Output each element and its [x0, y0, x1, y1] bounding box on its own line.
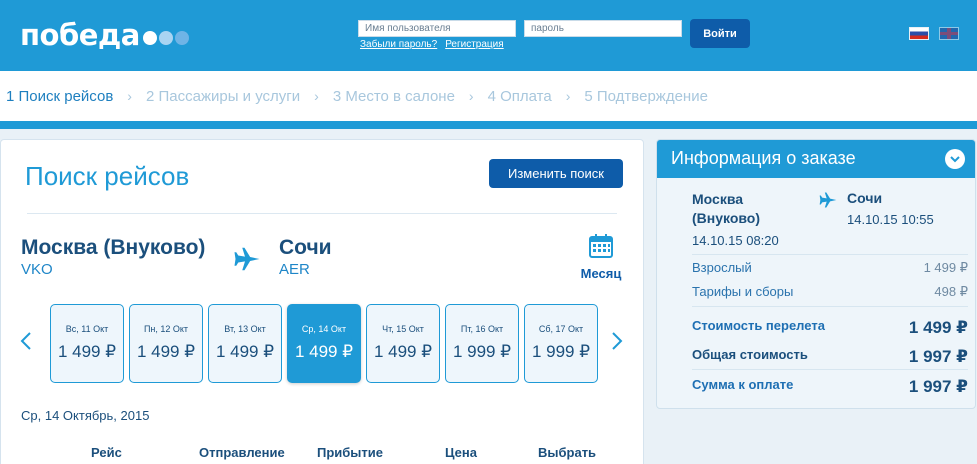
date-price: 1 499 ₽: [294, 342, 354, 361]
register-link[interactable]: Регистрация: [445, 39, 503, 50]
date-card-14-selected[interactable]: Ср, 14 Окт 1 499 ₽: [287, 304, 361, 383]
total-cost-label: Общая стоимость: [692, 347, 808, 362]
step-separator: ›: [468, 88, 474, 104]
adult-value: 1 499 ₽: [923, 260, 968, 275]
date-price: 1 999 ₽: [531, 342, 591, 361]
top-header: победа Имя пользователя пароль Забыли па…: [0, 0, 977, 71]
order-departure-time: 14.10.15 08:20: [692, 233, 779, 248]
logo-dots-icon: [142, 31, 191, 45]
selected-date: Ср, 14 Октябрь, 2015: [21, 408, 150, 423]
divider: [27, 213, 617, 214]
date-label: Ср, 14 Окт: [301, 324, 347, 334]
order-destination: Сочи: [847, 190, 883, 206]
airplane-icon: [819, 192, 837, 208]
flight-search-panel: Поиск рейсов Изменить поиск Москва (Внук…: [0, 139, 644, 464]
step-search[interactable]: 1 Поиск рейсов: [6, 88, 113, 105]
step-passengers: 2 Пассажиры и услуги: [145, 87, 301, 105]
step-separator: ›: [127, 88, 132, 104]
order-info-panel: Информация о заказе Москва (Внуково) Соч…: [656, 139, 976, 409]
chevron-right-icon[interactable]: [610, 331, 624, 351]
origin-city: Москва (Внуково): [21, 236, 206, 259]
amount-due-value: 1 997 ₽: [908, 377, 968, 396]
destination-city: Сочи: [279, 236, 332, 259]
divider: [692, 369, 968, 370]
adult-label: Взрослый: [692, 260, 752, 275]
fees-row: Тарифы и сборы 498 ₽: [692, 284, 968, 300]
date-label: Пт, 16 Окт: [460, 324, 504, 334]
calendar-icon: [589, 234, 613, 258]
column-price: Цена: [445, 445, 477, 460]
order-origin: Москва (Внуково): [692, 190, 760, 228]
chevron-down-icon[interactable]: [945, 149, 965, 169]
step-payment: 4 Оплата: [487, 87, 552, 105]
fees-value: 498 ₽: [934, 284, 968, 299]
date-carousel: Вс, 11 Окт 1 499 ₽ Пн, 12 Окт 1 499 ₽ Вт…: [50, 304, 603, 383]
date-card-15[interactable]: Чт, 15 Окт 1 499 ₽: [366, 304, 440, 383]
date-price: 1 499 ₽: [373, 342, 433, 361]
fees-label: Тарифы и сборы: [692, 284, 794, 299]
route-destination: Сочи AER: [279, 236, 332, 278]
login-button[interactable]: Войти: [690, 19, 750, 48]
adult-fare-row: Взрослый 1 499 ₽: [692, 260, 968, 276]
username-input[interactable]: Имя пользователя: [358, 20, 516, 37]
steps-underline: [0, 121, 977, 129]
page-title: Поиск рейсов: [25, 161, 190, 191]
column-departure: Отправление: [199, 445, 285, 460]
date-label: Чт, 15 Окт: [382, 324, 424, 334]
amount-due-row: Сумма к оплате 1 997 ₽: [692, 377, 968, 397]
column-select: Выбрать: [538, 445, 597, 460]
date-label: Сб, 17 Окт: [538, 324, 584, 334]
change-search-button[interactable]: Изменить поиск: [489, 159, 623, 188]
date-price: 1 499 ₽: [215, 342, 275, 361]
airplane-icon: [234, 247, 260, 271]
date-price: 1 999 ₽: [452, 342, 512, 361]
step-seat: 3 Место в салоне: [332, 87, 455, 105]
flight-cost-row: Стоимость перелета 1 499 ₽: [692, 318, 968, 338]
chevron-left-icon[interactable]: [19, 331, 33, 351]
order-info-title: Информация о заказе: [671, 148, 856, 168]
date-label: Вт, 13 Окт: [224, 324, 266, 334]
date-card-16[interactable]: Пт, 16 Окт 1 999 ₽: [445, 304, 519, 383]
date-price: 1 499 ₽: [57, 342, 117, 361]
logo-text: победа: [20, 18, 140, 52]
order-arrival-time: 14.10.15 10:55: [847, 212, 934, 227]
date-price: 1 499 ₽: [136, 342, 196, 361]
step-confirmation: 5 Подтверждение: [584, 87, 708, 105]
amount-due-label: Сумма к оплате: [692, 377, 794, 392]
divider: [692, 306, 968, 307]
pobeda-logo[interactable]: победа: [20, 18, 191, 52]
flight-cost-value: 1 499 ₽: [908, 318, 968, 337]
english-flag-icon[interactable]: [939, 27, 959, 40]
divider: [692, 254, 968, 255]
date-card-13[interactable]: Вт, 13 Окт 1 499 ₽: [208, 304, 282, 383]
russian-flag-icon[interactable]: [909, 27, 929, 40]
order-origin-airport: (Внуково): [692, 210, 761, 226]
step-separator: ›: [314, 88, 319, 104]
order-info-header[interactable]: Информация о заказе: [657, 140, 975, 178]
password-input[interactable]: пароль: [524, 20, 682, 37]
forgot-password-link[interactable]: Забыли пароль?: [360, 39, 437, 50]
column-flight: Рейс: [91, 445, 122, 460]
date-card-17[interactable]: Сб, 17 Окт 1 999 ₽: [524, 304, 598, 383]
date-label: Вс, 11 Окт: [65, 324, 109, 334]
date-card-12[interactable]: Пн, 12 Окт 1 499 ₽: [129, 304, 203, 383]
date-label: Пн, 12 Окт: [143, 324, 189, 334]
date-card-11[interactable]: Вс, 11 Окт 1 499 ₽: [50, 304, 124, 383]
login-links: Забыли пароль? Регистрация: [360, 39, 512, 50]
step-separator: ›: [565, 88, 571, 104]
destination-code: AER: [279, 261, 310, 278]
origin-code: VKO: [21, 261, 53, 278]
column-arrival: Прибытие: [317, 445, 383, 460]
total-cost-row: Общая стоимость 1 997 ₽: [692, 347, 968, 367]
booking-steps: 1 Поиск рейсов › 2 Пассажиры и услуги › …: [0, 71, 977, 121]
month-view-button[interactable]: Месяц: [577, 233, 625, 281]
route-origin: Москва (Внуково) VKO: [21, 236, 205, 278]
month-label: Месяц: [580, 266, 622, 281]
order-origin-city: Москва: [692, 191, 744, 207]
flight-cost-label: Стоимость перелета: [692, 318, 825, 333]
total-cost-value: 1 997 ₽: [908, 347, 968, 366]
